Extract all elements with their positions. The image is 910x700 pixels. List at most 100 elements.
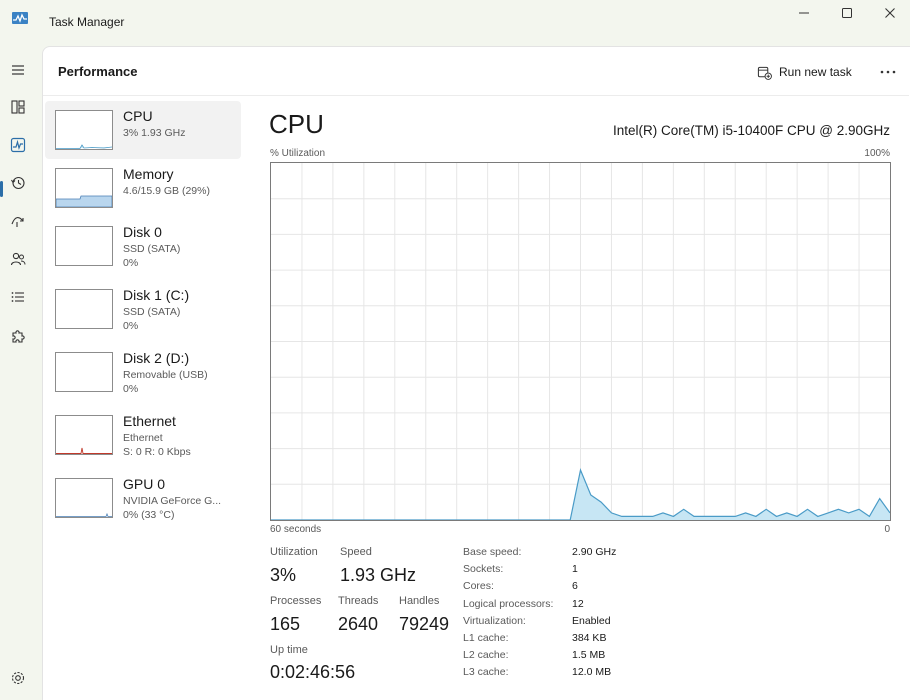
nav-services[interactable] (4, 322, 32, 350)
spec-value: Enabled (572, 615, 611, 627)
device-item-ethernet[interactable]: Ethernet Ethernet S: 0 R: 0 Kbps (45, 406, 241, 464)
spec-label: Cores: (463, 580, 494, 592)
run-new-task-label: Run new task (779, 65, 852, 79)
device-usage: 0% (33 °C) (123, 509, 175, 521)
nav-processes[interactable] (4, 93, 32, 121)
processes-label: Processes (270, 595, 322, 607)
device-item-memory[interactable]: Memory 4.6/15.9 GB (29%) (45, 159, 241, 217)
disk-2-thumbnail-graph (55, 352, 113, 392)
cpu-utilization-chart (271, 163, 890, 520)
y-max-label: 100% (864, 148, 890, 159)
device-detail: 3% 1.93 GHz (123, 127, 186, 139)
maximize-button[interactable] (824, 0, 870, 26)
spec-label: L1 cache: (463, 632, 509, 644)
utilization-label: Utilization (270, 546, 318, 558)
close-button[interactable] (867, 0, 910, 26)
cpu-thumbnail-graph (55, 110, 113, 150)
hamburger-menu-icon (12, 65, 24, 75)
memory-thumbnail-graph (55, 168, 113, 208)
device-item-disk-2[interactable]: Disk 2 (D:) Removable (USB) 0% (45, 343, 241, 401)
device-usage: 0% (123, 320, 139, 332)
maximize-icon (842, 8, 852, 18)
services-puzzle-icon (12, 330, 25, 343)
x-axis-end-label: 0 (884, 524, 890, 535)
details-list-icon (11, 292, 24, 302)
cpu-utilization-graph (270, 162, 891, 521)
device-usage: 0% (123, 383, 139, 395)
hamburger-menu-button[interactable] (4, 56, 32, 84)
minimize-button[interactable] (781, 0, 827, 26)
nav-app-history[interactable] (4, 169, 32, 197)
speed-label: Speed (340, 546, 372, 558)
device-item-gpu-0[interactable]: GPU 0 NVIDIA GeForce G... 0% (33 °C) (45, 469, 241, 527)
nav-performance[interactable] (4, 131, 32, 159)
device-item-disk-1[interactable]: Disk 1 (C:) SSD (SATA) 0% (45, 280, 241, 338)
page-title: Performance (58, 64, 138, 79)
cpu-model-name: Intel(R) Core(TM) i5-10400F CPU @ 2.90GH… (612, 123, 890, 138)
more-options-button[interactable] (875, 61, 901, 83)
disk-0-thumbnail-graph (55, 226, 113, 266)
spec-label: Virtualization: (463, 615, 526, 627)
nav-users[interactable] (4, 245, 32, 273)
gpu-thumbnail-graph (55, 478, 113, 518)
uptime-value: 0:02:46:56 (270, 662, 356, 682)
threads-value: 2640 (338, 614, 379, 634)
spec-label: Base speed: (463, 546, 522, 558)
users-icon (10, 252, 26, 266)
run-task-icon (757, 66, 772, 80)
performance-panel: Performance Run new task CPU 3% 1.93 GHz… (42, 46, 910, 700)
handles-value: 79249 (399, 614, 450, 634)
uptime-label: Up time (270, 644, 308, 656)
nav-details[interactable] (4, 283, 32, 311)
run-new-task-button[interactable]: Run new task (757, 61, 852, 83)
threads-label: Threads (338, 595, 379, 607)
x-axis-start-label: 60 seconds (270, 524, 322, 535)
spec-value: 12.0 MB (572, 666, 612, 678)
panel-header: Performance Run new task (43, 47, 909, 96)
spec-value: 6 (572, 580, 578, 592)
spec-label: Sockets: (463, 563, 504, 575)
spec-label: L2 cache: (463, 649, 509, 661)
ethernet-thumbnail-graph (55, 415, 113, 455)
disk-1-thumbnail-graph (55, 289, 113, 329)
device-name: Disk 2 (D:) (123, 350, 190, 366)
speed-value: 1.93 GHz (340, 565, 417, 585)
spec-value: 1 (572, 563, 578, 575)
device-type: SSD (SATA) (123, 243, 181, 255)
nav-startup-apps[interactable] (4, 207, 32, 235)
spec-value: 384 KB (572, 632, 607, 644)
spec-value: 1.5 MB (572, 649, 606, 661)
window-title: Task Manager (49, 15, 125, 29)
spec-label: Logical processors: (463, 598, 554, 610)
y-axis-label: % Utilization (270, 148, 326, 159)
settings-button[interactable] (4, 664, 32, 692)
device-usage: 0% (123, 257, 139, 269)
spec-value: 2.90 GHz (572, 546, 617, 558)
handles-label: Handles (399, 595, 440, 607)
detail-title: CPU (269, 109, 324, 139)
title-bar: Task Manager (0, 0, 910, 44)
navigation-rail (0, 44, 40, 700)
device-name: Ethernet (123, 413, 176, 429)
history-icon (11, 176, 25, 190)
device-name: GPU 0 (123, 476, 166, 492)
device-type: Ethernet (123, 432, 163, 444)
device-item-cpu[interactable]: CPU 3% 1.93 GHz (45, 101, 241, 159)
performance-icon (10, 137, 26, 153)
more-options-icon (880, 70, 896, 74)
minimize-icon (799, 12, 809, 14)
task-manager-icon (12, 12, 28, 24)
device-name: Disk 1 (C:) (123, 287, 190, 303)
active-indicator (0, 181, 3, 197)
processes-icon (11, 100, 25, 114)
spec-label: L3 cache: (463, 666, 509, 678)
settings-gear-icon (11, 671, 25, 685)
utilization-value: 3% (270, 565, 297, 585)
device-type: Removable (USB) (123, 369, 208, 381)
device-item-disk-0[interactable]: Disk 0 SSD (SATA) 0% (45, 217, 241, 275)
device-name: Memory (123, 166, 174, 182)
startup-icon (11, 217, 24, 227)
device-type: NVIDIA GeForce G... (123, 495, 222, 507)
device-name: Disk 0 (123, 224, 162, 240)
device-type: SSD (SATA) (123, 306, 181, 318)
